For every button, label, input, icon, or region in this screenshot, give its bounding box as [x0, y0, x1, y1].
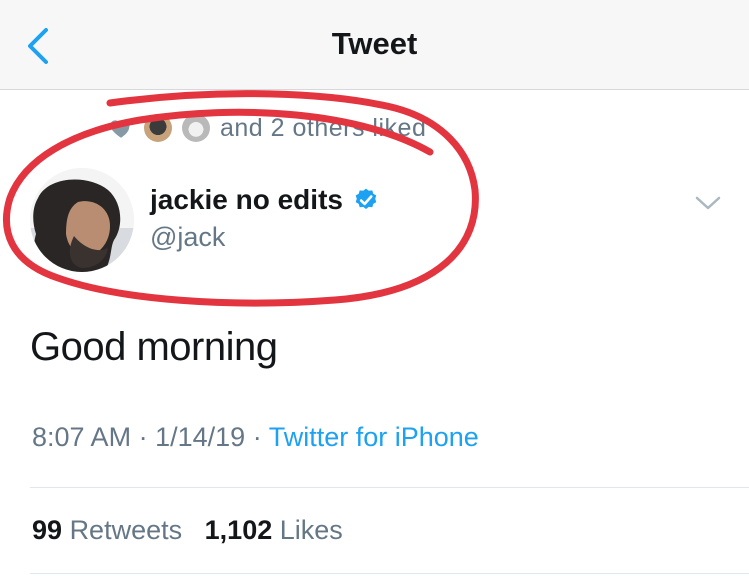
- retweets-label: Retweets: [69, 515, 183, 545]
- tweet-source-link[interactable]: Twitter for iPhone: [269, 422, 479, 452]
- author-handle[interactable]: @jack: [150, 222, 225, 253]
- chevron-down-icon[interactable]: [694, 193, 722, 213]
- verified-badge-icon: [355, 188, 377, 209]
- likes-stat[interactable]: 1,102 Likes: [205, 515, 343, 545]
- heart-icon: [110, 120, 130, 138]
- likes-label: Likes: [279, 515, 343, 545]
- tweet-text: Good morning: [30, 325, 278, 369]
- meta-separator: ·: [252, 422, 269, 452]
- divider: [30, 487, 749, 488]
- divider: [30, 573, 749, 574]
- divider: [0, 89, 749, 90]
- tweet-time: 8:07 AM: [32, 422, 132, 452]
- page-title: Tweet: [331, 26, 418, 61]
- avatar[interactable]: [30, 168, 134, 272]
- retweets-stat[interactable]: 99 Retweets: [32, 515, 190, 545]
- tweet-stats: 99 Retweets 1,102 Likes: [32, 515, 343, 546]
- author-name-row[interactable]: jackie no edits: [150, 184, 379, 216]
- meta-separator: ·: [138, 422, 156, 452]
- retweets-count: 99: [32, 515, 63, 545]
- liked-by-text[interactable]: and 2 others liked: [220, 114, 426, 143]
- navigation-bar: Tweet: [0, 0, 749, 90]
- tweet-date: 1/14/19: [155, 422, 246, 452]
- liker-avatar[interactable]: [144, 114, 172, 142]
- liker-avatar[interactable]: [182, 114, 210, 142]
- tweet-meta: 8:07 AM · 1/14/19 · Twitter for iPhone: [32, 422, 479, 453]
- liked-context[interactable]: and 2 others liked: [108, 113, 426, 143]
- likes-count: 1,102: [204, 515, 273, 545]
- profile-photo: [30, 168, 134, 272]
- author-name[interactable]: jackie no edits: [150, 184, 343, 216]
